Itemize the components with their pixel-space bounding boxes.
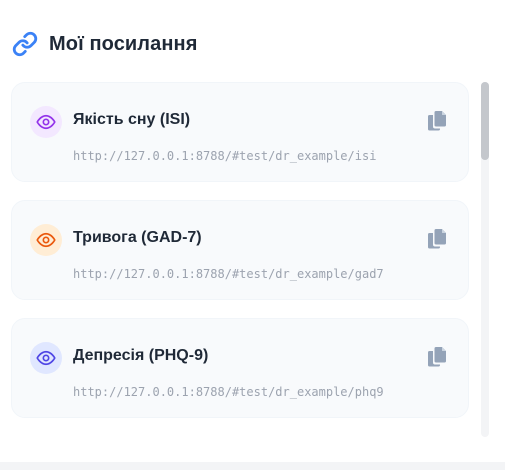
eye-icon	[30, 106, 62, 138]
copy-icon	[425, 108, 449, 137]
links-list: Якість сну (ISI) http://127.0.0.1:8788/#…	[11, 82, 470, 437]
links-page: Мої посилання Якість сну (ISI) http://12…	[0, 0, 505, 470]
copy-button[interactable]	[424, 109, 450, 135]
scrollbar[interactable]	[481, 82, 489, 437]
copy-button[interactable]	[424, 227, 450, 253]
copy-button[interactable]	[424, 345, 450, 371]
eye-icon	[30, 342, 62, 374]
link-icon	[12, 31, 38, 57]
link-title: Якість сну (ISI)	[73, 111, 191, 128]
link-card-gad7: Тривога (GAD-7) http://127.0.0.1:8788/#t…	[11, 200, 469, 300]
page-title: Мої посилання	[49, 32, 198, 55]
link-url[interactable]: http://127.0.0.1:8788/#test/dr_example/p…	[73, 385, 384, 399]
link-card-phq9: Депресія (PHQ-9) http://127.0.0.1:8788/#…	[11, 318, 469, 418]
copy-icon	[425, 226, 449, 255]
link-url[interactable]: http://127.0.0.1:8788/#test/dr_example/i…	[73, 149, 376, 163]
section-header: Мої посилання	[12, 29, 197, 59]
bottom-divider	[0, 462, 505, 470]
link-title: Тривога (GAD-7)	[73, 229, 202, 246]
link-url[interactable]: http://127.0.0.1:8788/#test/dr_example/g…	[73, 267, 384, 281]
link-card-isi: Якість сну (ISI) http://127.0.0.1:8788/#…	[11, 82, 469, 182]
link-title: Депресія (PHQ-9)	[73, 347, 209, 364]
scrollbar-thumb[interactable]	[481, 82, 489, 160]
eye-icon	[30, 224, 62, 256]
copy-icon	[425, 344, 449, 373]
